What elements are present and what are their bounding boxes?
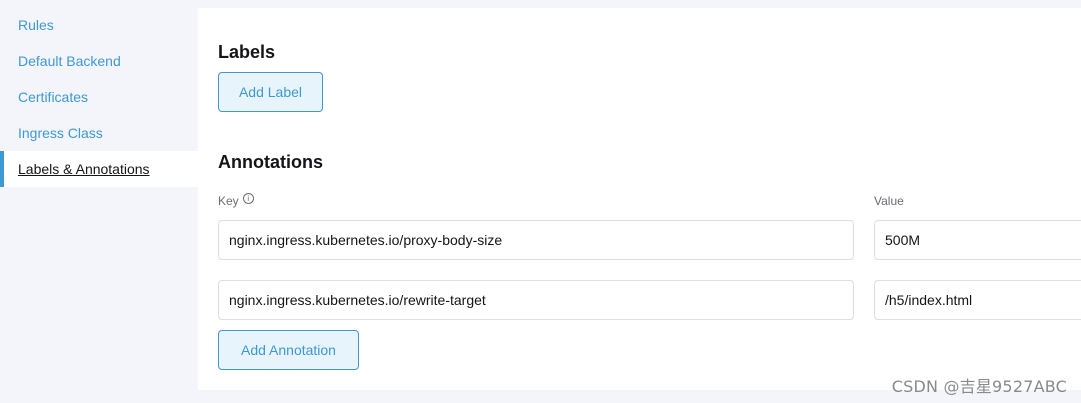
sidebar-item-label: Labels & Annotations <box>18 161 150 177</box>
sidebar-item-certificates[interactable]: Certificates <box>0 79 198 115</box>
annotation-key-value: nginx.ingress.kubernetes.io/rewrite-targ… <box>229 292 486 308</box>
info-icon[interactable]: i <box>242 192 254 204</box>
labels-title: Labels <box>218 42 276 62</box>
annotation-key-value: nginx.ingress.kubernetes.io/proxy-body-s… <box>229 232 503 248</box>
annotation-value-text: /h5/index.html <box>885 292 973 308</box>
annotations-title: Annotations <box>218 152 323 172</box>
watermark: CSDN @吉星9527ABC <box>891 377 1067 396</box>
sidebar-item-rules[interactable]: Rules <box>0 7 198 43</box>
sidebar: Rules Default Backend Certificates Ingre… <box>0 0 198 390</box>
sidebar-item-label: Default Backend <box>18 53 121 69</box>
value-header-label: Value <box>874 194 904 208</box>
sidebar-item-label: Ingress Class <box>18 125 103 141</box>
annotation-key-input[interactable]: nginx.ingress.kubernetes.io/rewrite-targ… <box>218 280 854 320</box>
sidebar-item-default-backend[interactable]: Default Backend <box>0 43 198 79</box>
active-indicator <box>0 151 4 187</box>
page: Rules Default Backend Certificates Ingre… <box>0 0 1081 403</box>
key-header-label: Key <box>218 194 239 208</box>
annotation-key-input[interactable]: nginx.ingress.kubernetes.io/proxy-body-s… <box>218 220 854 260</box>
key-header: Key i <box>218 192 254 208</box>
main-panel: Labels Add Label Annotations Key i Value… <box>198 8 1081 390</box>
sidebar-item-label: Certificates <box>18 89 89 105</box>
annotation-value-text: 500M <box>885 232 921 248</box>
value-header: Value <box>874 194 904 208</box>
sidebar-item-labels-annotations[interactable]: Labels & Annotations <box>0 151 198 187</box>
annotation-value-input[interactable]: /h5/index.html <box>874 280 1081 320</box>
sidebar-item-ingress-class[interactable]: Ingress Class <box>0 115 198 151</box>
sidebar-item-label: Rules <box>18 17 54 33</box>
add-label-button[interactable]: Add Label <box>218 72 323 112</box>
add-annotation-button[interactable]: Add Annotation <box>218 330 359 370</box>
annotation-value-input[interactable]: 500M <box>874 220 1081 260</box>
